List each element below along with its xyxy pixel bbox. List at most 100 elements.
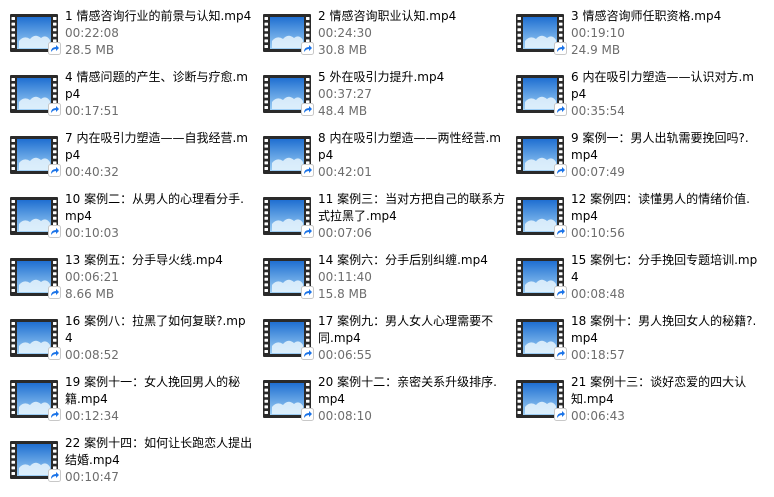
shortcut-arrow-icon	[301, 103, 314, 116]
file-duration: 00:10:47	[65, 470, 119, 484]
shortcut-arrow-icon	[48, 164, 61, 177]
video-file-icon	[263, 380, 314, 421]
file-size: 24.9 MB	[571, 43, 621, 57]
file-duration: 00:12:34	[65, 409, 119, 423]
file-duration: 00:35:54	[571, 104, 625, 118]
video-file-icon	[263, 258, 314, 299]
file-duration: 00:10:56	[571, 226, 625, 240]
video-file-item-4[interactable]: 4 情感问题的产生、诊断与疗愈.mp4 00:17:51	[10, 67, 263, 128]
file-name: 8 内在吸引力塑造——两性经营.mp4	[318, 131, 501, 162]
video-file-item-18[interactable]: 18 案例十：男人挽回女人的秘籍?.mp4 00:18:57	[516, 311, 769, 372]
video-file-icon	[263, 197, 314, 238]
video-file-icon	[516, 136, 567, 177]
video-file-icon	[10, 75, 61, 116]
file-duration: 00:06:21	[65, 270, 119, 284]
shortcut-arrow-icon	[554, 42, 567, 55]
video-file-icon	[10, 380, 61, 421]
file-duration: 00:08:10	[318, 409, 372, 423]
video-file-item-17[interactable]: 17 案例九：男人女人心理需要不同.mp4 00:06:55	[263, 311, 516, 372]
video-file-icon	[10, 136, 61, 177]
video-file-icon	[516, 197, 567, 238]
video-file-icon	[10, 319, 61, 360]
video-file-icon	[263, 75, 314, 116]
video-file-item-2[interactable]: 2 情感咨询职业认知.mp4 00:24:30 30.8 MB	[263, 6, 516, 67]
file-duration: 00:08:48	[571, 287, 625, 301]
file-name: 20 案例十二：亲密关系升级排序.mp4	[318, 375, 497, 406]
shortcut-arrow-icon	[48, 225, 61, 238]
file-duration: 00:08:52	[65, 348, 119, 362]
video-file-icon	[516, 319, 567, 360]
file-name: 6 内在吸引力塑造——认识对方.mp4	[571, 70, 754, 101]
shortcut-arrow-icon	[554, 286, 567, 299]
video-file-item-20[interactable]: 20 案例十二：亲密关系升级排序.mp4 00:08:10	[263, 372, 516, 433]
video-file-item-16[interactable]: 16 案例八：拉黑了如何复联?.mp4 00:08:52	[10, 311, 263, 372]
video-file-icon	[516, 258, 567, 299]
file-name: 2 情感咨询职业认知.mp4	[318, 9, 457, 23]
video-file-item-12[interactable]: 12 案例四：读懂男人的情绪价值.mp4 00:10:56	[516, 189, 769, 250]
video-file-item-7[interactable]: 7 内在吸引力塑造——自我经营.mp4 00:40:32	[10, 128, 263, 189]
shortcut-arrow-icon	[554, 408, 567, 421]
video-file-item-14[interactable]: 14 案例六：分手后别纠缠.mp4 00:11:40 15.8 MB	[263, 250, 516, 311]
video-file-item-1[interactable]: 1 情感咨询行业的前景与认知.mp4 00:22:08 28.5 MB	[10, 6, 263, 67]
file-duration: 00:42:01	[318, 165, 372, 179]
video-file-icon	[516, 75, 567, 116]
shortcut-arrow-icon	[301, 42, 314, 55]
shortcut-arrow-icon	[48, 347, 61, 360]
video-file-icon	[516, 14, 567, 55]
video-file-item-19[interactable]: 19 案例十一：女人挽回男人的秘籍.mp4 00:12:34	[10, 372, 263, 433]
file-duration: 00:06:43	[571, 409, 625, 423]
video-file-item-22[interactable]: 22 案例十四：如何让长跑恋人提出结婚.mp4 00:10:47	[10, 433, 263, 494]
shortcut-arrow-icon	[48, 103, 61, 116]
shortcut-arrow-icon	[48, 286, 61, 299]
shortcut-arrow-icon	[301, 225, 314, 238]
file-duration: 00:11:40	[318, 270, 372, 284]
shortcut-arrow-icon	[48, 408, 61, 421]
file-name: 19 案例十一：女人挽回男人的秘籍.mp4	[65, 375, 241, 406]
shortcut-arrow-icon	[48, 469, 61, 482]
shortcut-arrow-icon	[48, 42, 61, 55]
video-file-item-8[interactable]: 8 内在吸引力塑造——两性经营.mp4 00:42:01	[263, 128, 516, 189]
video-file-item-21[interactable]: 21 案例十三：谈好恋爱的四大认知.mp4 00:06:43	[516, 372, 769, 433]
file-name: 11 案例三：当对方把自己的联系方式拉黑了.mp4	[318, 192, 506, 223]
file-duration: 00:18:57	[571, 348, 625, 362]
video-file-item-13[interactable]: 13 案例五：分手导火线.mp4 00:06:21 8.66 MB	[10, 250, 263, 311]
video-file-icon	[10, 258, 61, 299]
shortcut-arrow-icon	[301, 347, 314, 360]
video-file-icon	[10, 197, 61, 238]
file-name: 12 案例四：读懂男人的情绪价值.mp4	[571, 192, 750, 223]
file-duration: 00:17:51	[65, 104, 119, 118]
video-file-item-10[interactable]: 10 案例二：从男人的心理看分手.mp4 00:10:03	[10, 189, 263, 250]
file-size: 8.66 MB	[65, 287, 115, 301]
shortcut-arrow-icon	[301, 286, 314, 299]
file-name: 1 情感咨询行业的前景与认知.mp4	[65, 9, 252, 23]
shortcut-arrow-icon	[554, 347, 567, 360]
file-size: 28.5 MB	[65, 43, 115, 57]
file-duration: 00:40:32	[65, 165, 119, 179]
file-duration: 00:07:06	[318, 226, 372, 240]
video-file-item-6[interactable]: 6 内在吸引力塑造——认识对方.mp4 00:35:54	[516, 67, 769, 128]
file-duration: 00:19:10	[571, 26, 625, 40]
file-name: 21 案例十三：谈好恋爱的四大认知.mp4	[571, 375, 747, 406]
file-duration: 00:22:08	[65, 26, 119, 40]
file-size: 30.8 MB	[318, 43, 368, 57]
file-grid: 1 情感咨询行业的前景与认知.mp4 00:22:08 28.5 MB 2 情感…	[0, 0, 774, 497]
video-file-item-5[interactable]: 5 外在吸引力提升.mp4 00:37:27 48.4 MB	[263, 67, 516, 128]
shortcut-arrow-icon	[554, 164, 567, 177]
file-duration: 00:24:30	[318, 26, 372, 40]
file-size: 15.8 MB	[318, 287, 368, 301]
video-file-icon	[516, 380, 567, 421]
file-name: 3 情感咨询师任职资格.mp4	[571, 9, 722, 23]
video-file-item-3[interactable]: 3 情感咨询师任职资格.mp4 00:19:10 24.9 MB	[516, 6, 769, 67]
video-file-item-11[interactable]: 11 案例三：当对方把自己的联系方式拉黑了.mp4 00:07:06	[263, 189, 516, 250]
video-file-icon	[10, 441, 61, 482]
file-duration: 00:06:55	[318, 348, 372, 362]
file-name: 7 内在吸引力塑造——自我经营.mp4	[65, 131, 248, 162]
video-file-icon	[263, 14, 314, 55]
file-size: 48.4 MB	[318, 104, 368, 118]
file-name: 16 案例八：拉黑了如何复联?.mp4	[65, 314, 246, 345]
video-file-item-9[interactable]: 9 案例一：男人出轨需要挽回吗?.mp4 00:07:49	[516, 128, 769, 189]
shortcut-arrow-icon	[301, 164, 314, 177]
video-file-item-15[interactable]: 15 案例七：分手挽回专题培训.mp4 00:08:48	[516, 250, 769, 311]
file-name: 18 案例十：男人挽回女人的秘籍?.mp4	[571, 314, 757, 345]
file-name: 15 案例七：分手挽回专题培训.mp4	[571, 253, 758, 284]
